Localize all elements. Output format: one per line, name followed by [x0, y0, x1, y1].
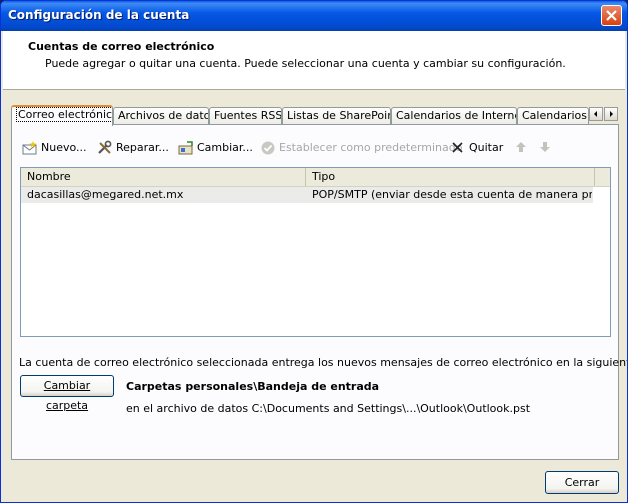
tab-scroll-left-button[interactable] — [589, 107, 603, 121]
delivery-data-file: en el archivo de datos C:\Documents and … — [126, 402, 531, 415]
tab-calendarios-publicados[interactable]: Calendarios p — [517, 107, 589, 125]
table-row[interactable]: dacasillas@megared.net.mx POP/SMTP (envi… — [21, 187, 593, 203]
tab-fuentes-rss[interactable]: Fuentes RSS — [209, 107, 282, 125]
header-title: Cuentas de correo electrónico — [28, 40, 215, 53]
change-account-label: Cambiar... — [197, 141, 253, 154]
arrow-down-icon — [540, 142, 550, 152]
accounts-list[interactable]: Nombre Tipo dacasillas@megared.net.mx PO… — [20, 167, 611, 337]
tab-archivos-de-datos[interactable]: Archivos de datos — [113, 107, 209, 125]
close-button[interactable]: Cerrar — [545, 471, 619, 494]
tab-listas-sharepoint[interactable]: Listas de SharePoint — [282, 107, 391, 125]
tab-scroll-buttons — [589, 107, 619, 121]
change-settings-icon — [178, 141, 193, 155]
delivery-folder: Carpetas personales\Bandeja de entrada — [126, 380, 380, 393]
tools-icon — [98, 140, 112, 154]
email-tab-panel: Nuevo... Reparar... Cambiar... Establece… — [11, 124, 627, 460]
move-up-button[interactable] — [514, 137, 530, 159]
repair-account-button[interactable]: Reparar... — [97, 137, 175, 159]
list-header: Nombre Tipo — [21, 168, 610, 187]
account-name: dacasillas@megared.net.mx — [27, 188, 184, 201]
new-email-icon — [22, 141, 37, 155]
header-subtitle: Puede agregar o quitar una cuenta. Puede… — [45, 57, 566, 70]
change-folder-button[interactable]: Cambiar carpeta — [20, 375, 114, 412]
tab-label: Correo electrónico — [16, 107, 112, 122]
account-toolbar: Nuevo... Reparar... Cambiar... Establece… — [22, 137, 612, 159]
set-default-label: Establecer como predeterminado — [279, 141, 463, 154]
tab-correo-electronico[interactable]: Correo electrónico — [11, 105, 113, 126]
close-icon — [606, 10, 617, 21]
chevron-right-icon — [610, 111, 613, 117]
account-settings-dialog: Configuración de la cuenta Cuentas de co… — [0, 0, 628, 503]
change-account-button[interactable]: Cambiar... — [178, 137, 256, 159]
change-folder-label: Cambiar carpeta — [43, 379, 91, 412]
tab-strip: Correo electrónico Archivos de datos Fue… — [11, 105, 619, 126]
tab-calendarios-internet[interactable]: Calendarios de Internet — [391, 107, 517, 125]
move-down-button[interactable] — [538, 137, 554, 159]
column-header-name[interactable]: Nombre — [21, 168, 306, 186]
remove-account-button[interactable]: Quitar — [450, 137, 504, 159]
close-window-button[interactable] — [601, 5, 622, 26]
set-default-button[interactable]: Establecer como predeterminado — [260, 137, 462, 159]
remove-x-icon — [452, 142, 463, 153]
arrow-up-icon — [516, 142, 526, 152]
delivery-info: La cuenta de correo electrónico seleccio… — [19, 356, 627, 369]
repair-account-label: Reparar... — [116, 141, 169, 154]
account-type: POP/SMTP (enviar desde esta cuenta de ma… — [312, 188, 592, 201]
chevron-left-icon — [594, 111, 597, 117]
tab-scroll-right-button[interactable] — [604, 107, 618, 121]
window-title: Configuración de la cuenta — [8, 8, 190, 22]
remove-account-label: Quitar — [469, 141, 504, 154]
column-header-type[interactable]: Tipo — [306, 168, 595, 186]
title-bar[interactable]: Configuración de la cuenta — [1, 1, 627, 31]
header-panel: Cuentas de correo electrónico Puede agre… — [3, 31, 625, 90]
new-account-label: Nuevo... — [41, 141, 87, 154]
checkmark-icon — [261, 141, 275, 155]
new-account-button[interactable]: Nuevo... — [22, 137, 90, 159]
